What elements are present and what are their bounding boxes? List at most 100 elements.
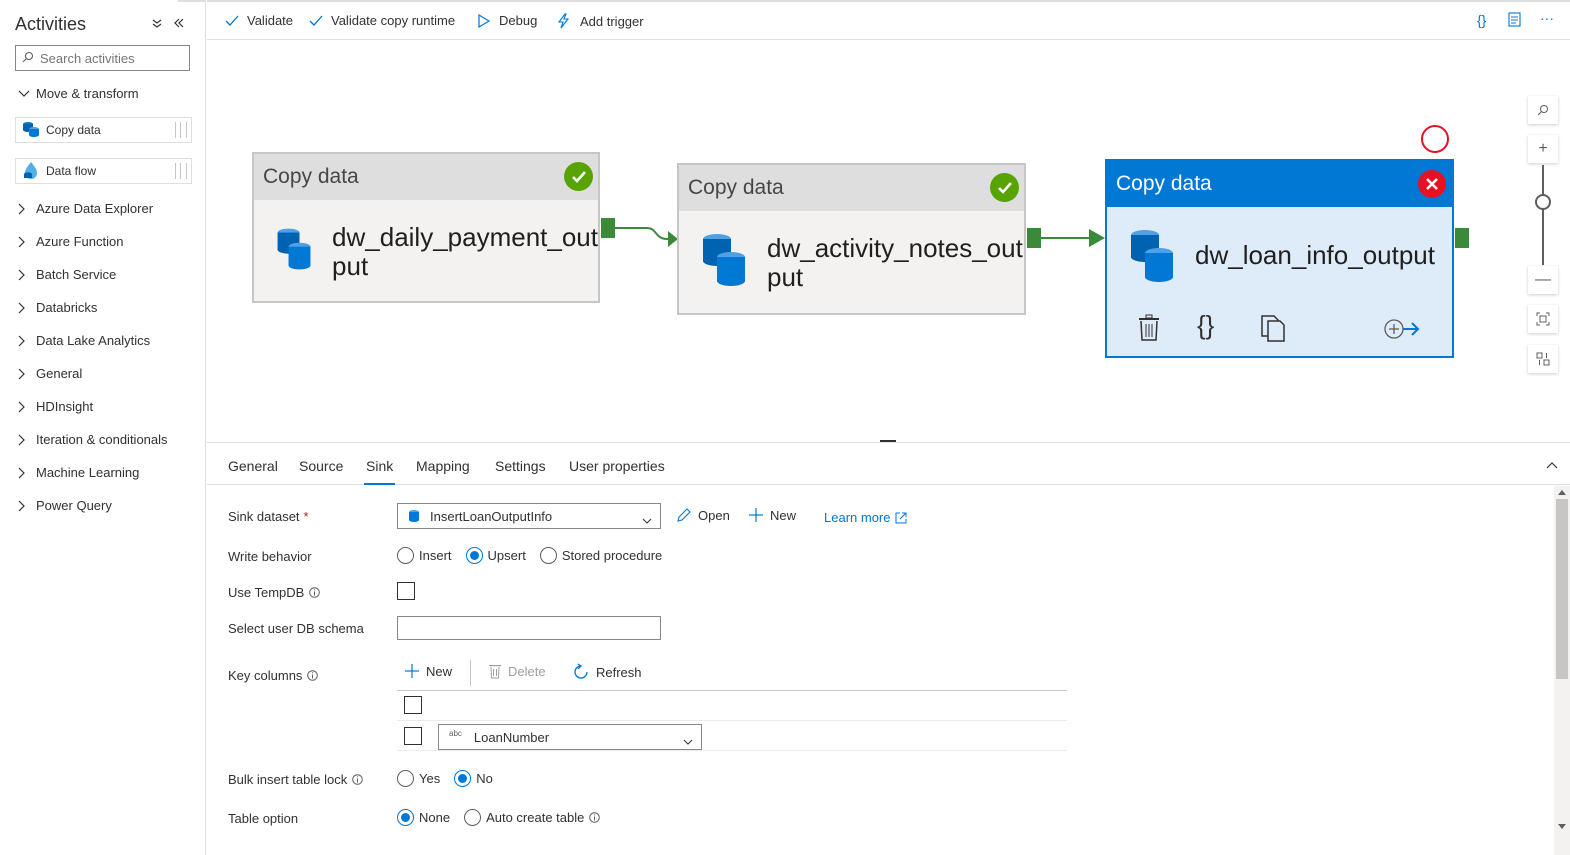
- node-body: dw_daily_payment_out put: [254, 200, 598, 281]
- category-item[interactable]: Machine Learning: [18, 465, 139, 480]
- activity-node[interactable]: Copy data dw_daily_payment_out put: [252, 152, 600, 303]
- tab-general[interactable]: General: [228, 458, 278, 474]
- panel-splitter[interactable]: [880, 440, 896, 442]
- collapse-panel-icon[interactable]: [172, 16, 186, 30]
- radio-circle[interactable]: [465, 547, 483, 564]
- category-item[interactable]: Batch Service: [18, 267, 116, 282]
- code-braces-icon[interactable]: {}: [1477, 12, 1486, 28]
- drag-handle[interactable]: [175, 122, 187, 138]
- zoom-in-icon[interactable]: +: [1528, 135, 1558, 163]
- search-canvas-icon[interactable]: [1528, 96, 1558, 124]
- search-icon: [22, 51, 34, 66]
- category-item[interactable]: Azure Data Explorer: [18, 201, 153, 216]
- category-item[interactable]: Power Query: [18, 498, 112, 513]
- output-port[interactable]: [1455, 228, 1469, 248]
- zoom-slider-track[interactable]: [1542, 165, 1544, 265]
- zoom-slider-handle[interactable]: [1535, 194, 1551, 210]
- category-item[interactable]: Databricks: [18, 300, 97, 315]
- key-columns-refresh-button[interactable]: Refresh: [572, 663, 642, 681]
- key-columns-delete-button[interactable]: Delete: [488, 663, 546, 679]
- debug-button[interactable]: Debug: [477, 13, 537, 28]
- category-move-transform[interactable]: Move & transform: [18, 86, 139, 101]
- sink-dataset-label: Sink dataset *: [228, 509, 309, 524]
- category-item[interactable]: HDInsight: [18, 399, 93, 414]
- validate-copy-runtime-button[interactable]: Validate copy runtime: [309, 13, 455, 28]
- chevron-right-icon: [18, 302, 30, 314]
- add-trigger-button[interactable]: Add trigger: [556, 13, 644, 29]
- properties-scrollbar[interactable]: [1554, 486, 1570, 855]
- output-port[interactable]: [601, 218, 615, 238]
- radio-circle[interactable]: [397, 547, 414, 564]
- output-port[interactable]: [1027, 228, 1041, 248]
- tab-user-properties[interactable]: User properties: [569, 458, 665, 474]
- radio-stored-procedure[interactable]: Stored procedure: [539, 547, 662, 564]
- tab-sink[interactable]: Sink: [363, 458, 396, 485]
- fit-to-screen-icon[interactable]: [1528, 305, 1558, 333]
- radio-circle[interactable]: [464, 809, 482, 826]
- add-output-icon[interactable]: [1383, 316, 1421, 345]
- new-label: New: [770, 507, 797, 523]
- new-dataset-button[interactable]: New: [748, 507, 796, 523]
- radio-none[interactable]: None: [397, 809, 450, 826]
- scroll-down-icon[interactable]: [1558, 824, 1566, 829]
- scroll-up-icon[interactable]: [1558, 490, 1566, 495]
- radio-circle[interactable]: [539, 547, 557, 564]
- info-icon[interactable]: [352, 774, 364, 785]
- validate-button[interactable]: Validate: [225, 13, 293, 28]
- radio-no[interactable]: No: [454, 770, 493, 787]
- radio-circle[interactable]: [397, 770, 414, 787]
- clone-icon[interactable]: [1259, 314, 1287, 345]
- info-icon[interactable]: [309, 587, 321, 598]
- key-columns-new-button[interactable]: New: [404, 663, 452, 679]
- scroll-thumb[interactable]: [1556, 499, 1568, 679]
- open-button[interactable]: Open: [676, 507, 730, 523]
- search-input[interactable]: [40, 50, 180, 66]
- activity-node[interactable]: Copy data dw_activity_notes_out put: [677, 163, 1026, 315]
- activity-copy-data[interactable]: Copy data: [15, 117, 192, 143]
- database-icon: [277, 228, 311, 270]
- info-icon[interactable]: [589, 812, 601, 823]
- search-box[interactable]: [15, 45, 190, 71]
- node-name-line: put: [767, 262, 804, 292]
- node-name: dw_loan_info_output: [1195, 241, 1435, 270]
- radio-insert[interactable]: Insert: [397, 547, 452, 564]
- schema-input[interactable]: [397, 616, 661, 640]
- category-item[interactable]: General: [18, 366, 82, 381]
- tab-settings[interactable]: Settings: [495, 458, 546, 474]
- radio-circle[interactable]: [454, 770, 472, 787]
- use-tempdb-checkbox[interactable]: [397, 582, 415, 600]
- info-icon[interactable]: [307, 670, 319, 681]
- key-column-select[interactable]: abc LoanNumber: [438, 724, 702, 750]
- category-label: Move & transform: [36, 86, 139, 101]
- row-checkbox[interactable]: [404, 727, 422, 745]
- activity-data-flow[interactable]: Data flow: [15, 158, 192, 184]
- chevron-up-icon[interactable]: [1546, 457, 1558, 472]
- drag-handle[interactable]: [175, 163, 187, 179]
- pipeline-canvas[interactable]: Copy data dw_daily_payment_out put Copy …: [207, 41, 1570, 442]
- collapse-all-icon[interactable]: [150, 16, 164, 30]
- external-link-icon: [895, 512, 907, 523]
- radio-upsert[interactable]: Upsert: [465, 547, 526, 564]
- sink-dataset-select[interactable]: InsertLoanOutputInfo: [397, 503, 661, 529]
- play-icon: [478, 13, 491, 28]
- node-actions: {}: [1137, 310, 1437, 345]
- learn-more-link[interactable]: Learn more: [824, 510, 907, 525]
- more-options-icon[interactable]: ···: [1540, 10, 1554, 26]
- category-item[interactable]: Data Lake Analytics: [18, 333, 150, 348]
- select-all-checkbox[interactable]: [404, 696, 422, 714]
- radio-auto-create-table[interactable]: Auto create table: [464, 809, 601, 826]
- properties-icon[interactable]: [1507, 12, 1523, 31]
- required-marker: *: [303, 509, 309, 524]
- activity-node-selected[interactable]: Copy data dw_loan_info_output {}: [1105, 159, 1454, 358]
- delete-icon[interactable]: [1137, 314, 1161, 345]
- delete-label: Delete: [508, 663, 546, 679]
- category-item[interactable]: Azure Function: [18, 234, 123, 249]
- zoom-out-icon[interactable]: —: [1528, 266, 1558, 294]
- tab-source[interactable]: Source: [299, 458, 343, 474]
- code-braces-icon[interactable]: {}: [1197, 310, 1214, 341]
- radio-yes[interactable]: Yes: [397, 770, 440, 787]
- tab-mapping[interactable]: Mapping: [416, 458, 470, 474]
- radio-circle[interactable]: [397, 809, 414, 826]
- category-item[interactable]: Iteration & conditionals: [18, 432, 168, 447]
- auto-align-icon[interactable]: [1528, 345, 1558, 373]
